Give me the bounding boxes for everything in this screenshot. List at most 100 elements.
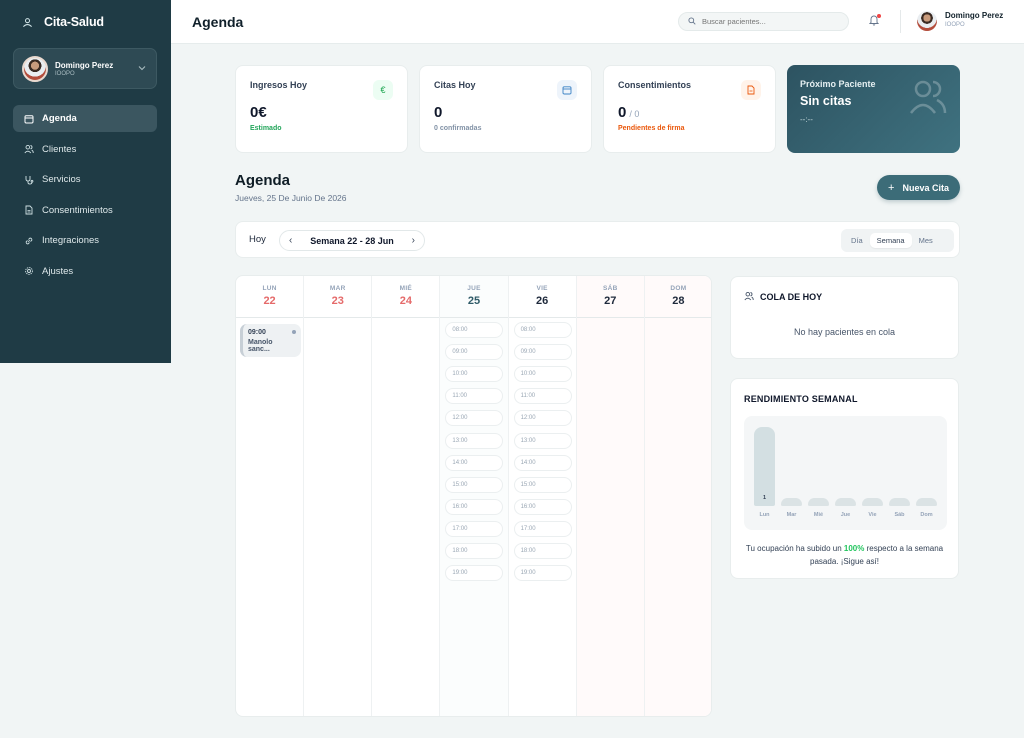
euro-icon: €	[373, 80, 393, 100]
appointment-event[interactable]: 09:00 Manolo sanc...	[240, 324, 301, 357]
sidebar-item-label: Agenda	[42, 113, 77, 124]
chart-bar	[862, 498, 883, 506]
time-slot[interactable]: 09:00	[445, 344, 504, 361]
chart-category-label: Jue	[840, 512, 851, 518]
time-slot[interactable]: 14:00	[445, 454, 504, 471]
calendar-day-header: VIE 26	[508, 276, 576, 318]
time-slot[interactable]: 11:00	[513, 388, 572, 405]
app-name: Cita-Salud	[44, 15, 104, 29]
stat-card-ingresos: Ingresos Hoy € 0€ Estimado	[235, 65, 408, 153]
sidebar: Cita-Salud Domingo Perez IOOPO Agenda Cl…	[0, 0, 171, 363]
time-slot[interactable]: 08:00	[445, 322, 504, 338]
time-slot[interactable]: 15:00	[445, 476, 504, 493]
calendar-day-column[interactable]: VIE 26 08:00 09:00 10:00 11:00 12:00 13:00 14:00…	[508, 276, 577, 716]
calendar-day-column[interactable]: MAR 23	[304, 276, 373, 716]
event-time: 09:00	[248, 329, 266, 336]
sidebar-item-servicios[interactable]: Servicios	[13, 166, 157, 193]
sidebar-item-integraciones[interactable]: Integraciones	[13, 227, 157, 254]
day-name: MAR	[329, 285, 346, 292]
time-slot[interactable]: 15:00	[513, 476, 572, 493]
day-name: DOM	[670, 285, 687, 292]
chevron-left-icon[interactable]: ‹	[289, 235, 292, 246]
day-number: 23	[331, 295, 344, 307]
avatar[interactable]	[917, 11, 937, 31]
status-dot	[292, 330, 296, 334]
calendar-day-column[interactable]: DOM 28	[644, 276, 711, 716]
top-user-info[interactable]: Domingo Perez IOOPO	[945, 11, 1003, 28]
view-week-tab[interactable]: Semana	[869, 233, 912, 248]
time-slot[interactable]: 18:00	[445, 543, 504, 559]
time-slot[interactable]: 17:00	[445, 520, 504, 537]
calendar-toolbar: Hoy ‹ Semana 22 - 28 Jun › Día Semana Me…	[235, 221, 960, 258]
time-slot[interactable]: 12:00	[445, 410, 504, 427]
time-slot[interactable]: 18:00	[513, 543, 572, 559]
time-slot[interactable]: 13:00	[513, 432, 572, 449]
calendar-day-column[interactable]: JUE 25 08:00 09:00 10:00 11:00 12:00 13:00 14:00…	[440, 276, 509, 716]
time-slot[interactable]: 10:00	[445, 366, 504, 383]
time-slot[interactable]: 08:00	[513, 322, 572, 338]
view-month-tab[interactable]: Mes	[912, 233, 940, 248]
weekly-performance-chart: 1 Lun Mar Mié Jue Vie Sáb Dom	[744, 416, 947, 530]
queue-empty-text: No hay pacientes en cola	[793, 327, 896, 337]
sidebar-item-label: Servicios	[42, 174, 81, 186]
search-box[interactable]	[678, 12, 849, 31]
day-name: LUN	[262, 285, 277, 292]
performance-note-pre: Tu ocupación ha subido un	[745, 544, 844, 553]
time-slot[interactable]: 10:00	[513, 366, 572, 383]
brand[interactable]: Cita-Salud	[0, 0, 171, 44]
topbar: Agenda Domingo Perez IOOPO	[171, 0, 1024, 44]
chevron-right-icon[interactable]: ›	[412, 235, 415, 246]
calendar-day-column[interactable]: SÁB 27	[576, 276, 645, 716]
calendar-day-header: JUE 25	[440, 276, 508, 318]
time-slot[interactable]: 16:00	[445, 498, 504, 515]
day-number: 26	[536, 295, 549, 307]
new-appointment-button[interactable]: + Nueva Cita	[877, 175, 960, 200]
sidebar-item-ajustes[interactable]: Ajustes	[13, 258, 157, 285]
calendar-day-header: SÁB 27	[576, 276, 644, 318]
time-slot[interactable]: 19:00	[445, 565, 504, 582]
event-patient: Manolo sanc...	[248, 339, 273, 353]
sidebar-item-label: Integraciones	[42, 235, 100, 247]
notifications-bell-icon[interactable]	[868, 14, 881, 28]
chart-category-label: Lun	[759, 512, 770, 518]
calendar-day-column[interactable]: MIÉ 24	[372, 276, 441, 716]
sidebar-item-agenda[interactable]: Agenda	[13, 105, 157, 132]
time-slot[interactable]: 14:00	[513, 454, 572, 471]
stat-label: Ingresos Hoy	[250, 80, 308, 90]
stat-label: Consentimientos	[618, 80, 692, 90]
today-button[interactable]: Hoy	[249, 234, 266, 245]
calendar-day-header: LUN 22	[236, 276, 304, 318]
user-role: IOOPO	[55, 70, 75, 77]
next-patient-card: Próximo Paciente Sin citas --:--	[787, 65, 960, 153]
time-slot[interactable]: 12:00	[513, 410, 572, 427]
stethoscope-icon	[24, 175, 34, 185]
plus-icon: +	[888, 181, 895, 194]
chart-data-label: 1	[762, 495, 767, 501]
stat-card-consentimientos: Consentimientos 0/ 0 Pendientes de firma	[603, 65, 776, 153]
page-title: Agenda	[192, 14, 244, 30]
time-slot[interactable]: 16:00	[513, 498, 572, 515]
sidebar-item-clientes[interactable]: Clientes	[13, 136, 157, 163]
user-name: Domingo Perez	[55, 60, 114, 70]
time-slot[interactable]: 09:00	[513, 344, 572, 361]
time-slot[interactable]: 11:00	[445, 388, 504, 405]
avatar	[22, 55, 48, 82]
view-day-tab[interactable]: Día	[844, 233, 870, 248]
document-icon	[24, 205, 34, 215]
chart-bar	[835, 498, 856, 506]
agenda-date: Jueves, 25 De Junio De 2026	[235, 193, 347, 203]
day-number: 28	[672, 295, 685, 307]
user-switcher[interactable]: Domingo Perez IOOPO	[13, 48, 157, 89]
sidebar-item-consentimientos[interactable]: Consentimientos	[13, 197, 157, 224]
stat-card-citas: Citas Hoy 0 0 confirmadas	[419, 65, 592, 153]
time-slot[interactable]: 17:00	[513, 520, 572, 537]
time-slot[interactable]: 19:00	[513, 565, 572, 582]
search-input[interactable]	[702, 17, 832, 26]
queue-title: COLA DE HOY	[760, 292, 823, 302]
calendar-day-column[interactable]: LUN 22 09:00 Manolo sanc...	[236, 276, 305, 716]
day-name: VIE	[536, 285, 548, 292]
day-name: MIÉ	[399, 285, 413, 292]
sidebar-item-label: Clientes	[42, 143, 77, 155]
time-slot[interactable]: 13:00	[445, 432, 504, 449]
user-name: Domingo Perez	[945, 11, 1004, 20]
